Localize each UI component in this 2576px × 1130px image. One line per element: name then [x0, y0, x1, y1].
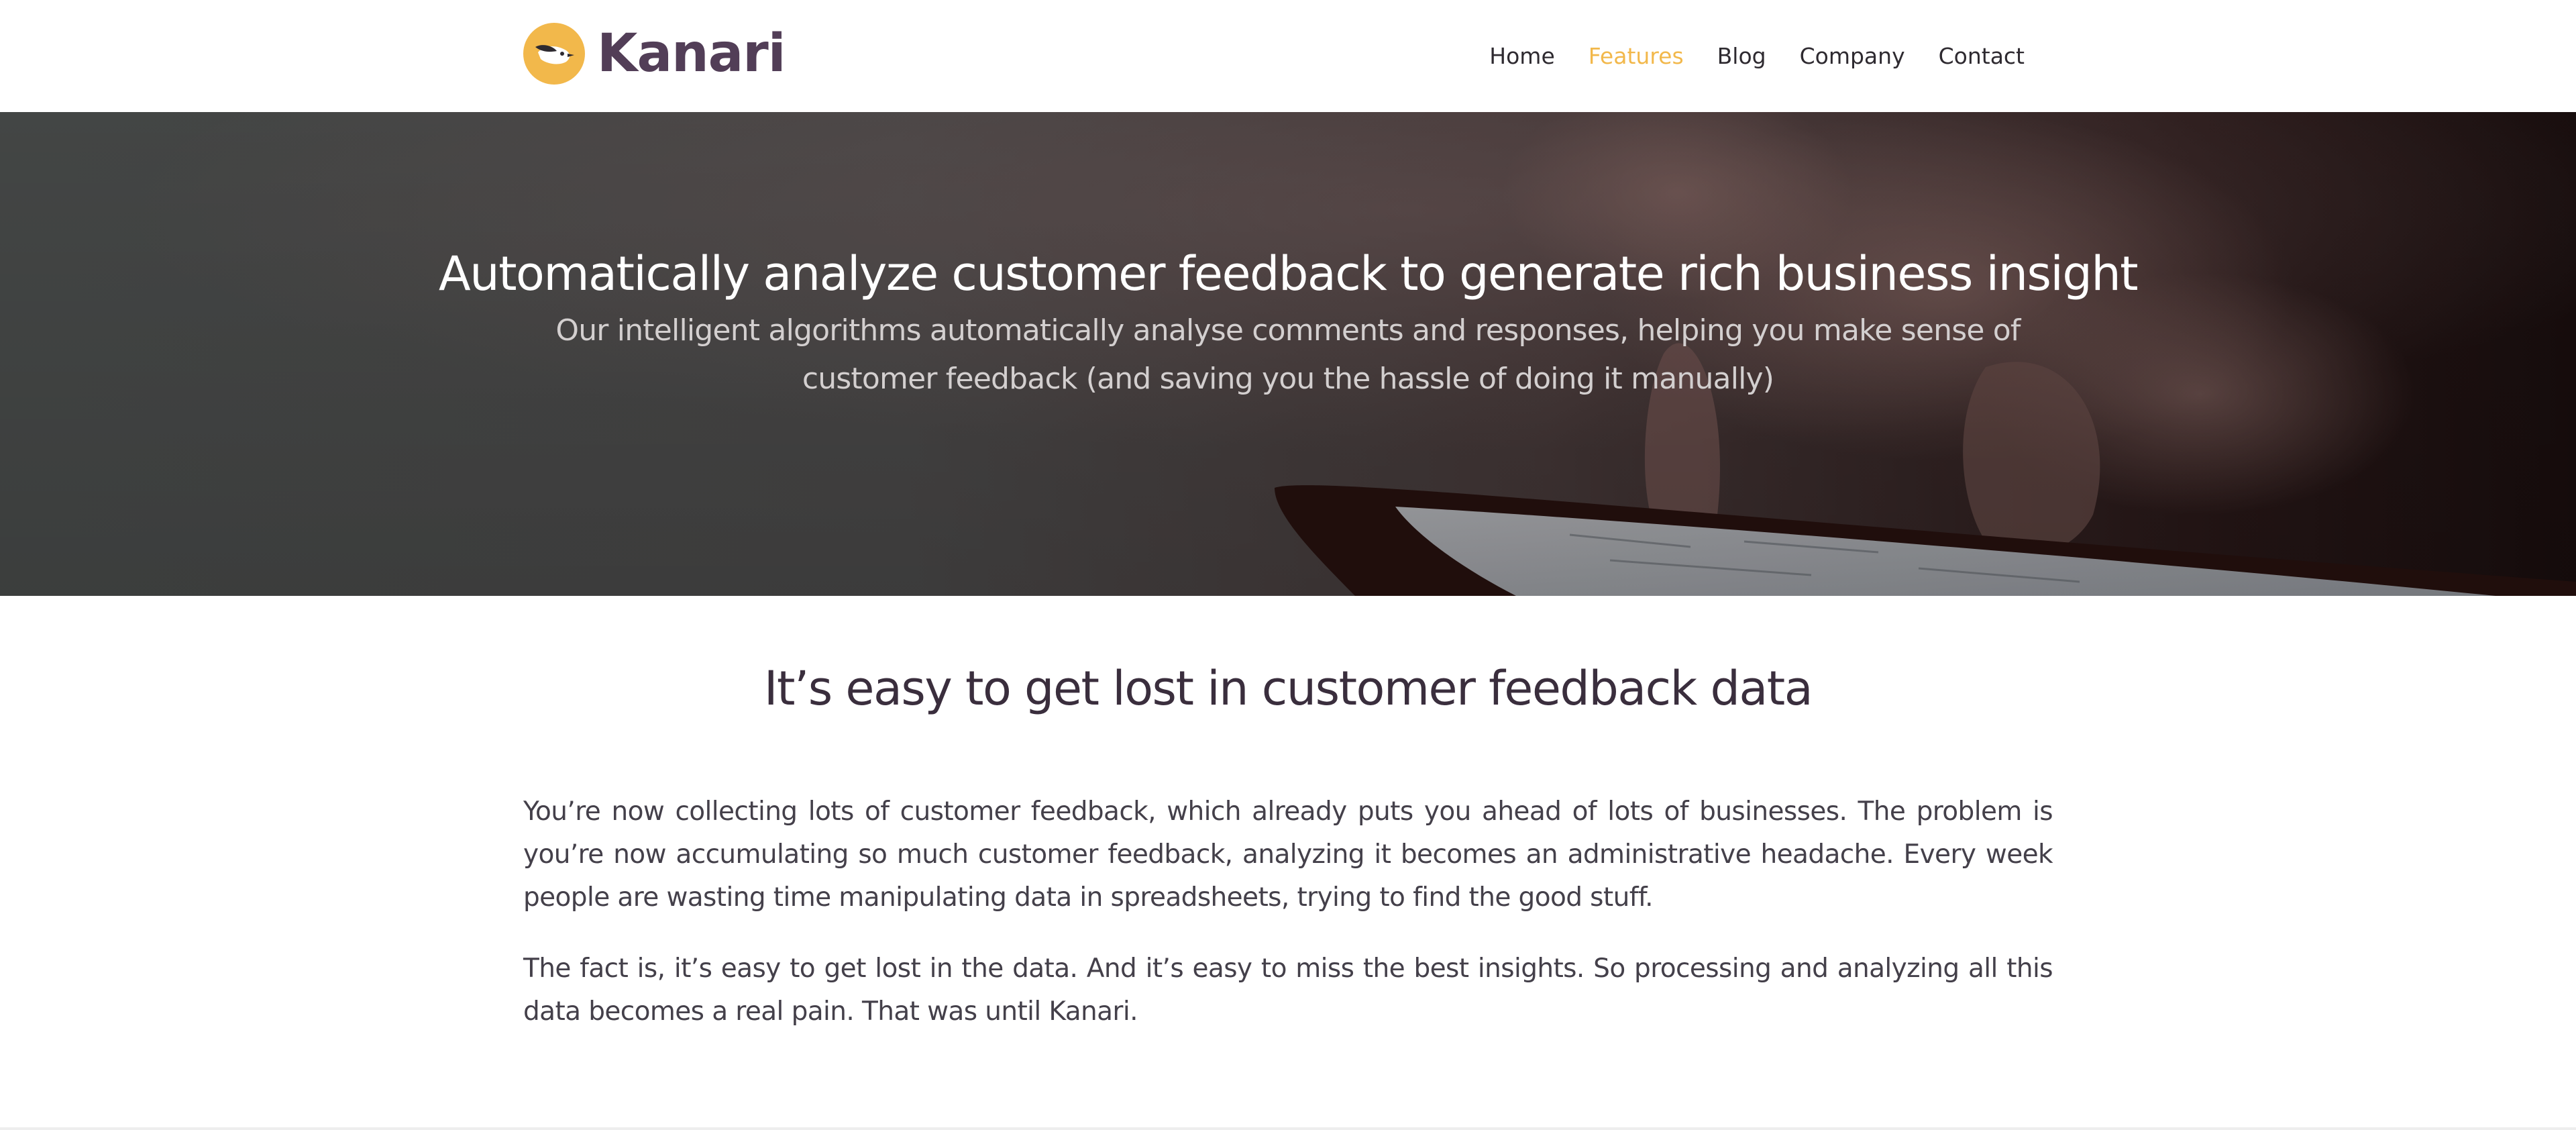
- nav-item-contact[interactable]: Contact: [1939, 38, 2025, 75]
- bird-logo-icon: [523, 23, 585, 85]
- section-divider: [0, 1127, 2576, 1130]
- hero-title: Automatically analyze customer feedback …: [438, 246, 2139, 301]
- nav-item-blog[interactable]: Blog: [1717, 38, 1766, 75]
- hero-subtitle: Our intelligent algorithms automatically…: [555, 313, 2021, 396]
- brand-name: Kanari: [597, 23, 786, 84]
- content-paragraph: You’re now collecting lots of customer f…: [523, 797, 2053, 913]
- content-paragraph: The fact is, it’s easy to get lost in th…: [523, 954, 2053, 1027]
- nav-item-company[interactable]: Company: [1800, 38, 1905, 75]
- nav-item-home[interactable]: Home: [1489, 38, 1554, 75]
- site-header: Kanari Home Features Blog Company Contac…: [0, 0, 2576, 112]
- hero-banner: Automatically analyze customer feedback …: [0, 112, 2576, 596]
- brand-logo-link[interactable]: Kanari: [523, 23, 786, 85]
- main-nav: Home Features Blog Company Contact: [1456, 38, 2025, 75]
- section-heading: It’s easy to get lost in customer feedba…: [763, 661, 1813, 716]
- nav-item-features[interactable]: Features: [1589, 38, 1684, 75]
